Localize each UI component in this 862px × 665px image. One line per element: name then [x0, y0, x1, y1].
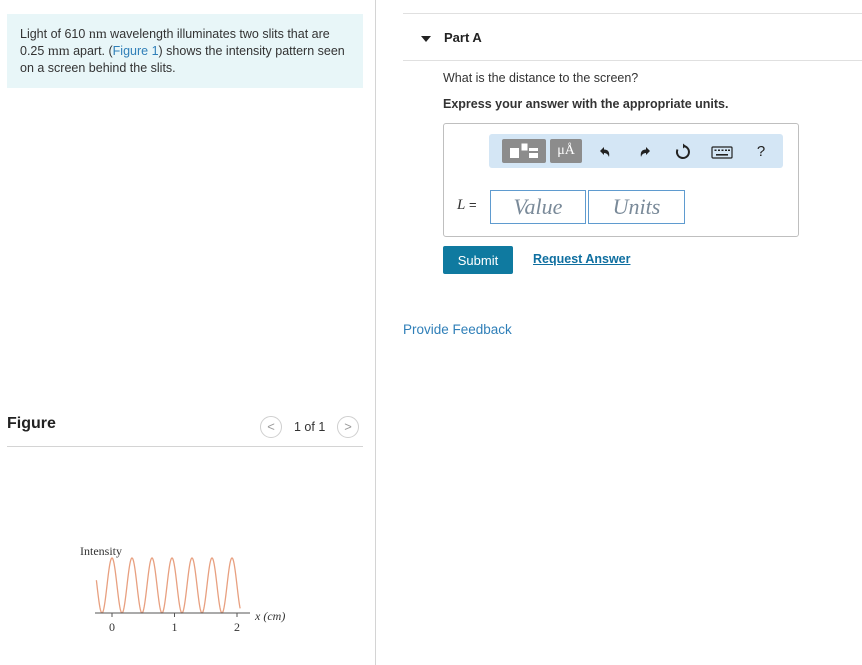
provide-feedback-link[interactable]: Provide Feedback [403, 322, 512, 337]
units-button[interactable]: μÅ [550, 139, 582, 163]
keyboard-icon[interactable] [711, 143, 733, 161]
help-icon[interactable]: ? [752, 143, 770, 161]
chart-ylabel: Intensity [80, 544, 122, 558]
template-icon[interactable] [502, 139, 546, 163]
chevron-left-icon[interactable]: < [260, 416, 282, 438]
caret-down-icon[interactable] [421, 36, 431, 42]
chart-x-tick-label: 0 [109, 620, 115, 634]
submit-button[interactable]: Submit [443, 246, 513, 274]
figure-link[interactable]: Figure 1 [113, 44, 159, 58]
unit-nm: nm [88, 27, 107, 42]
figure-counter: 1 of 1 [294, 420, 326, 434]
reset-icon[interactable] [674, 143, 692, 161]
chart-ticks-group: 0 1 2 [109, 613, 240, 634]
chart-curve-group [95, 557, 241, 614]
undo-icon[interactable] [596, 143, 614, 161]
right-panel: Part A What is the distance to the scree… [377, 0, 862, 665]
chart-xlabel: x (cm) [254, 609, 285, 623]
answer-variable-label: L = [457, 197, 477, 214]
answer-box: μÅ ? L = Value Units [443, 123, 799, 237]
chart-x-tick-label: 2 [234, 620, 240, 634]
redo-icon[interactable] [636, 143, 654, 161]
unit-mm: mm [47, 44, 70, 59]
chart-intensity-line [95, 557, 241, 614]
figure-title: Figure [7, 415, 56, 432]
problem-statement: Light of 610 nm wavelength illuminates t… [7, 14, 363, 88]
part-header[interactable]: Part A [403, 13, 862, 61]
question-text: What is the distance to the screen? [443, 71, 639, 85]
instruction-text: Express your answer with the appropriate… [443, 97, 729, 111]
problem-text-3: apart. ( [69, 44, 113, 58]
left-panel: Light of 610 nm wavelength illuminates t… [0, 0, 376, 665]
value-input[interactable]: Value [490, 190, 586, 224]
math-toolbar: μÅ ? [489, 134, 783, 168]
request-answer-link[interactable]: Request Answer [533, 252, 630, 266]
intensity-chart: Intensity x (cm) 0 1 2 [80, 544, 285, 634]
units-input[interactable]: Units [588, 190, 685, 224]
answer-equals: = [465, 197, 477, 212]
figure-header: Figure < 1 of 1 > [7, 411, 363, 447]
chevron-right-icon[interactable]: > [337, 416, 359, 438]
part-title: Part A [444, 30, 482, 45]
chart-x-tick-label: 1 [172, 620, 178, 634]
template-glyph [510, 143, 538, 158]
problem-text-1: Light of 610 [20, 27, 89, 41]
